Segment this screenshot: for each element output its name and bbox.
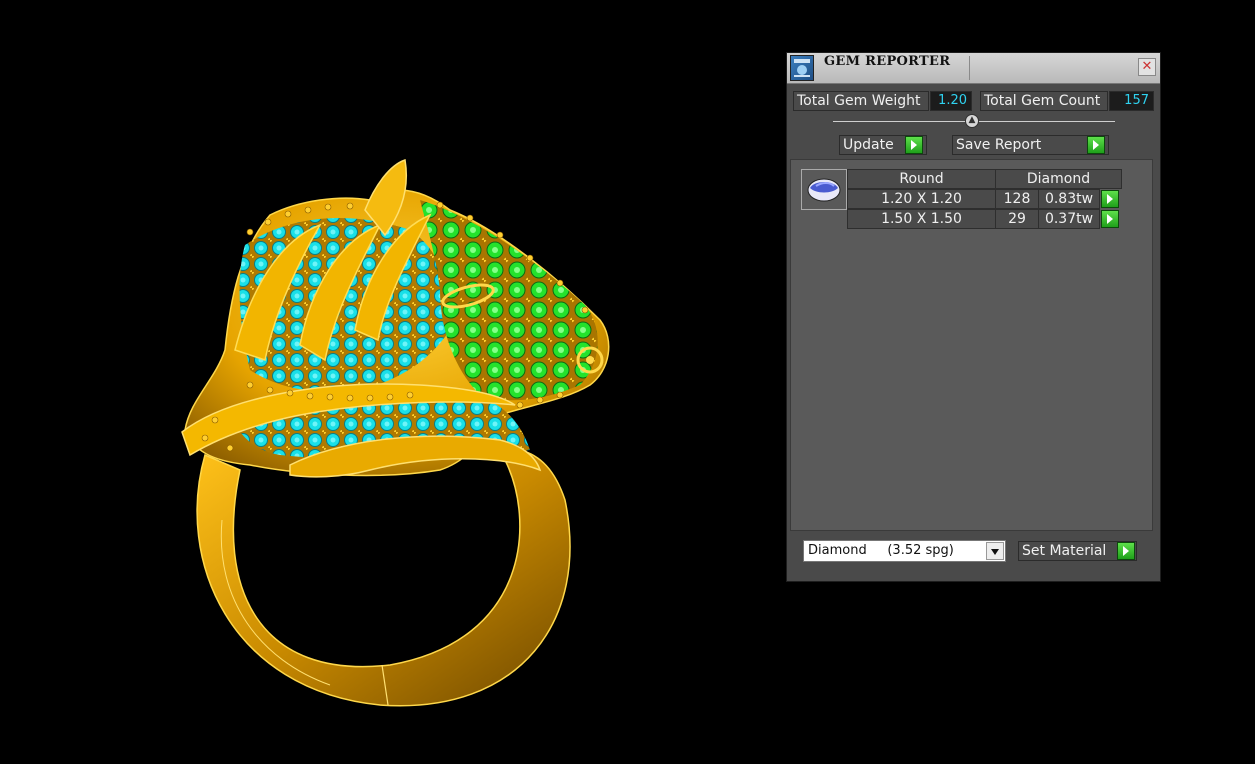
gem-weight-cell: 0.83tw <box>1038 189 1100 209</box>
3d-viewport[interactable] <box>0 0 780 760</box>
panel-title: GEM REPORTER <box>824 54 951 69</box>
play-arrow-icon[interactable] <box>1117 542 1135 560</box>
total-gem-count-value: 157 <box>1109 91 1154 111</box>
gem-count-cell: 128 <box>995 189 1039 209</box>
titlebar-divider <box>969 56 970 80</box>
gem-count-cell: 29 <box>995 209 1039 229</box>
update-button[interactable]: Update <box>839 135 927 155</box>
total-gem-weight-label: Total Gem Weight <box>793 91 929 111</box>
update-button-label: Update <box>843 137 894 153</box>
slider-knob-icon[interactable]: ▲ <box>965 114 979 128</box>
gem-list[interactable]: Round Diamond 1.20 X 1.20 128 0.83tw 1.5… <box>790 159 1153 531</box>
save-report-button-label: Save Report <box>956 137 1042 153</box>
app-icon <box>790 55 814 81</box>
round-gem-icon[interactable] <box>801 169 847 210</box>
total-gem-count-label: Total Gem Count <box>980 91 1108 111</box>
save-report-button[interactable]: Save Report <box>952 135 1109 155</box>
material-select-value: Diamond (3.52 spg) <box>808 543 954 558</box>
panel-titlebar[interactable]: GEM REPORTER ✕ <box>787 53 1160 84</box>
play-arrow-icon[interactable] <box>1087 136 1105 154</box>
play-arrow-icon[interactable] <box>905 136 923 154</box>
set-material-button-label: Set Material <box>1022 543 1107 559</box>
material-header: Diamond <box>995 169 1122 189</box>
set-material-button[interactable]: Set Material <box>1018 541 1137 561</box>
gem-weight-cell: 0.37tw <box>1038 209 1100 229</box>
shape-header: Round <box>847 169 996 189</box>
play-arrow-icon[interactable] <box>1101 190 1119 208</box>
horse-ring-model[interactable] <box>0 0 780 760</box>
play-arrow-icon[interactable] <box>1101 210 1119 228</box>
total-gem-weight-value: 1.20 <box>930 91 972 111</box>
close-icon[interactable]: ✕ <box>1138 58 1156 76</box>
material-select[interactable]: Diamond (3.52 spg) <box>803 540 1006 562</box>
dropdown-arrow-icon[interactable] <box>986 542 1004 560</box>
gem-size-cell: 1.20 X 1.20 <box>847 189 996 209</box>
gem-reporter-panel: GEM REPORTER ✕ Total Gem Weight 1.20 Tot… <box>786 52 1161 582</box>
gem-size-cell: 1.50 X 1.50 <box>847 209 996 229</box>
